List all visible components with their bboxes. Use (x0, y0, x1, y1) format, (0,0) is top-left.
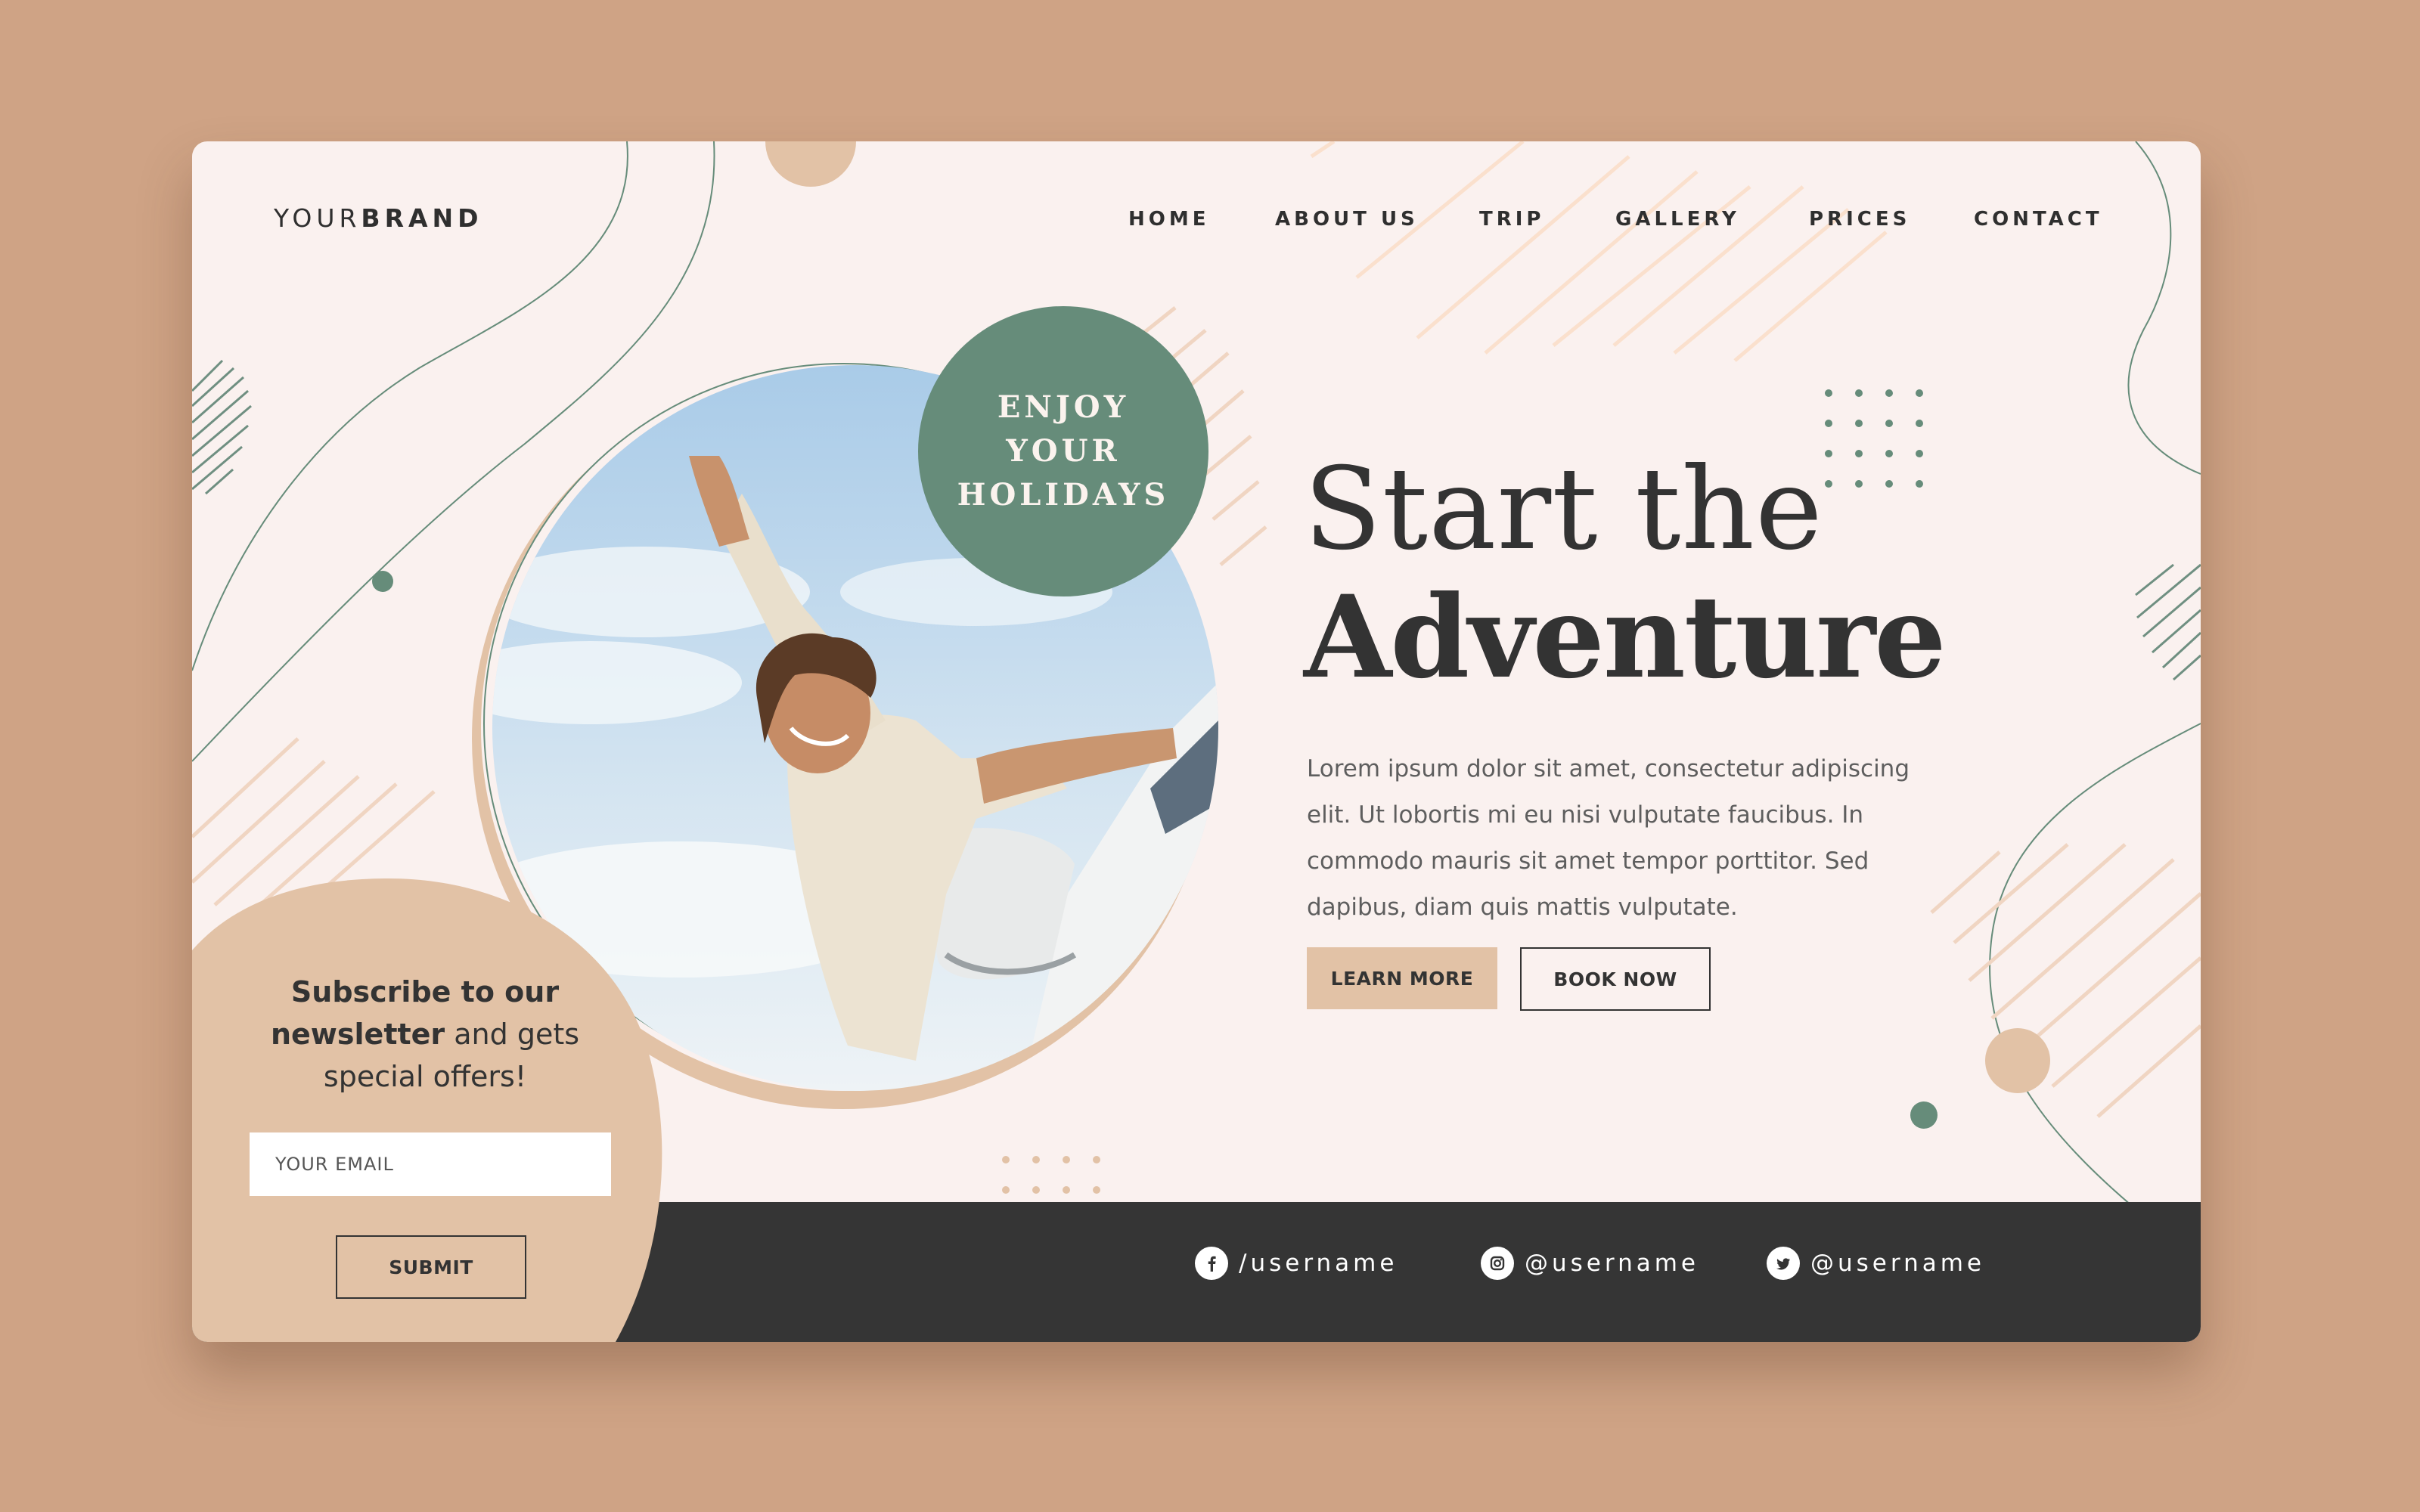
instagram-icon (1481, 1247, 1514, 1280)
nav-about-us[interactable]: ABOUT US (1275, 208, 1419, 231)
nav-home[interactable]: HOME (1128, 208, 1210, 231)
nav-gallery[interactable]: GALLERY (1615, 208, 1740, 231)
social-twitter[interactable]: @username (1767, 1244, 1985, 1282)
facebook-handle: /username (1239, 1250, 1398, 1277)
hero-title-line-1: Start the (1304, 444, 1823, 575)
badge-line-2: YOUR (1006, 433, 1121, 469)
nav-trip[interactable]: TRIP (1479, 208, 1545, 231)
social-instagram[interactable]: @username (1481, 1244, 1699, 1282)
newsletter-heading-rest: and gets (445, 1018, 580, 1051)
hero-description: Lorem ipsum dolor sit amet, consectetur … (1307, 755, 1910, 921)
facebook-icon (1195, 1247, 1228, 1280)
email-input[interactable] (250, 1132, 611, 1196)
nav-prices[interactable]: PRICES (1809, 208, 1910, 231)
main-nav: HOME ABOUT US TRIP GALLERY PRICES CONTAC… (192, 208, 2201, 238)
twitter-icon (1767, 1247, 1800, 1280)
twitter-handle: @username (1810, 1250, 1985, 1277)
enjoy-holidays-badge: ENJOY YOUR HOLIDAYS (918, 306, 1208, 596)
book-now-button[interactable]: BOOK NOW (1520, 947, 1711, 1011)
newsletter-heading: Subscribe to our newsletter and gets spe… (192, 971, 658, 1098)
submit-button[interactable]: SUBMIT (336, 1235, 526, 1299)
newsletter-heading-bold-1: Subscribe to our (290, 975, 560, 1009)
instagram-handle: @username (1525, 1250, 1699, 1277)
social-facebook[interactable]: /username (1195, 1244, 1398, 1282)
learn-more-button[interactable]: LEARN MORE (1307, 947, 1497, 1009)
badge-line-3: HOLIDAYS (957, 477, 1170, 513)
nav-contact[interactable]: CONTACT (1974, 208, 2103, 231)
hero-title-line-2: Adventure (1304, 571, 1947, 704)
newsletter-heading-line-3: special offers! (323, 1060, 527, 1093)
landing-page-card: YOURBRAND HOME ABOUT US TRIP GALLERY PRI… (192, 141, 2201, 1342)
newsletter-heading-bold-2: newsletter (270, 1018, 445, 1051)
badge-line-1: ENJOY (997, 389, 1130, 425)
